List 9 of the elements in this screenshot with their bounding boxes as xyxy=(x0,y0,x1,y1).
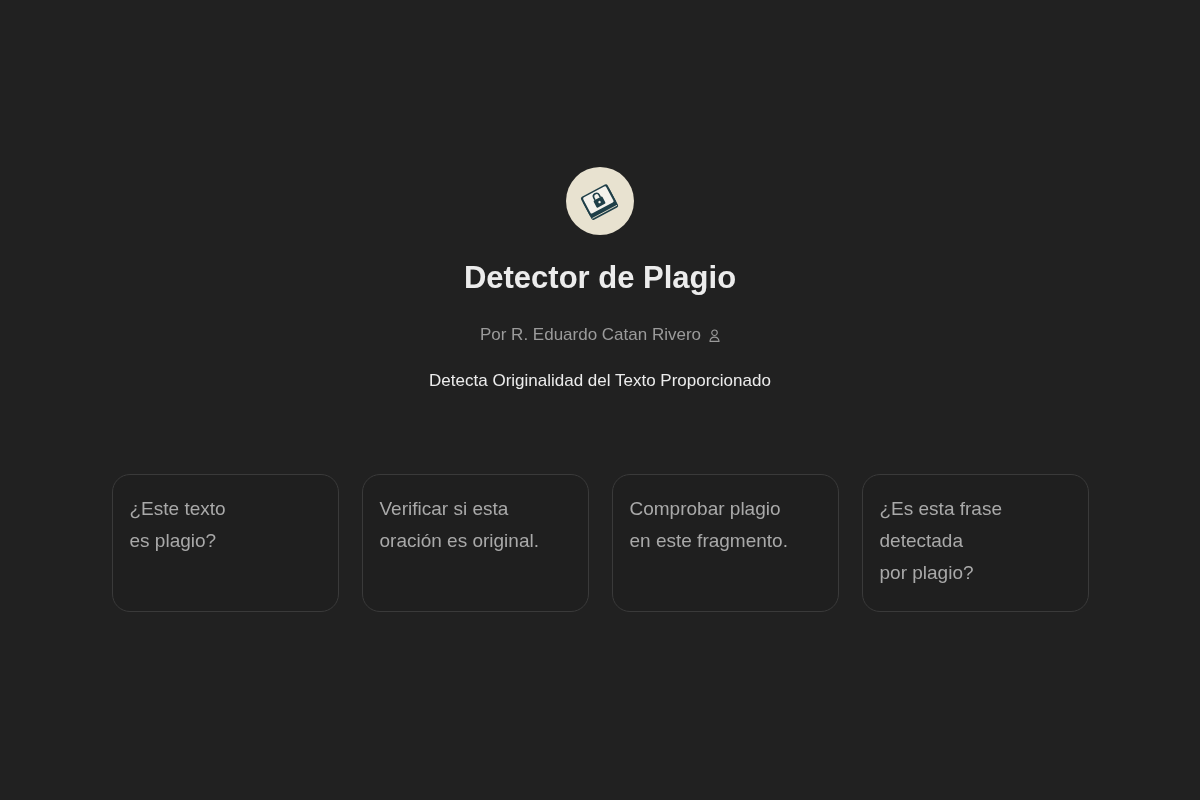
gpt-title: Detector de Plagio xyxy=(463,259,737,297)
person-icon xyxy=(709,328,721,342)
prompt-card[interactable]: ¿Este texto es plagio? xyxy=(111,474,339,612)
prompt-card[interactable]: ¿Es esta frase detectada por plagio? xyxy=(861,474,1089,612)
prompt-card[interactable]: Comprobar plagio en este fragmento. xyxy=(611,474,839,612)
author-byline: Por R. Eduardo Catan Rivero xyxy=(479,324,702,346)
gpt-description: Detecta Originalidad del Texto Proporcionado xyxy=(429,370,771,392)
book-padlock-icon xyxy=(566,167,634,235)
prompt-card[interactable]: Verificar si esta oración es original. xyxy=(361,474,589,612)
